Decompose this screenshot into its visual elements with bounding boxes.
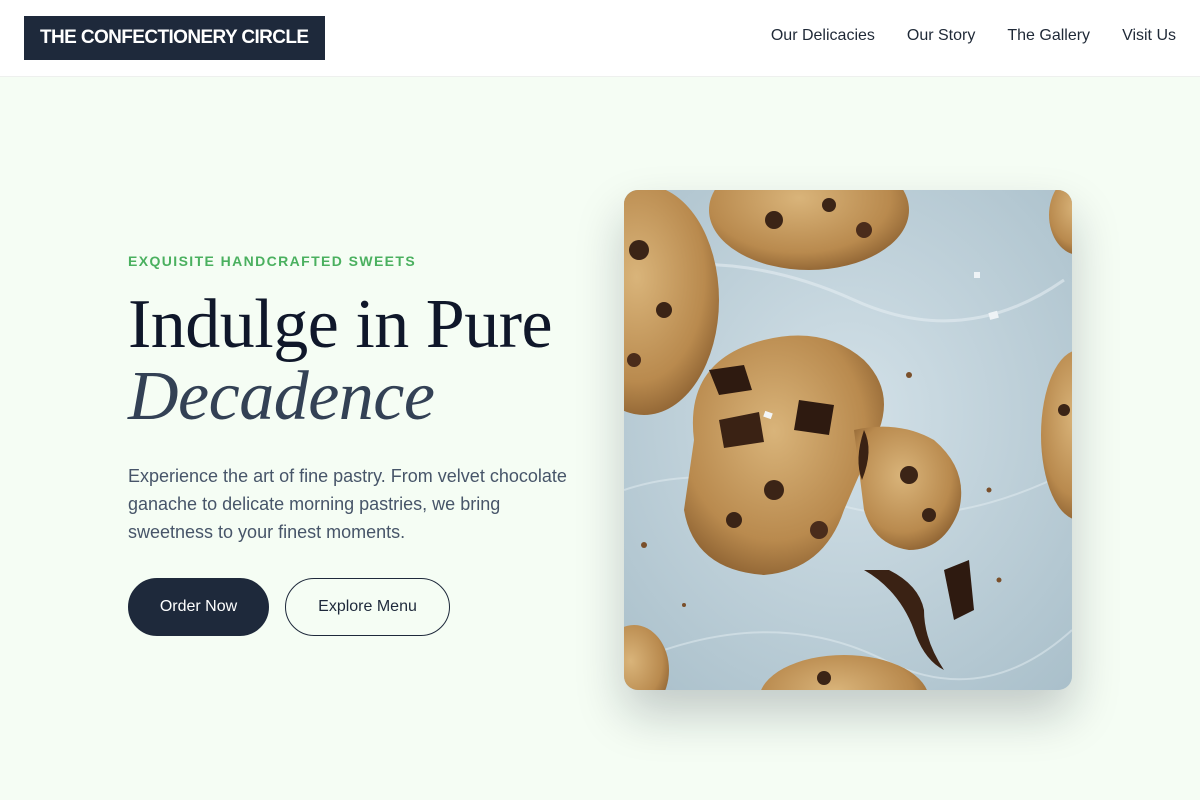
nav-link-our-story[interactable]: Our Story — [907, 25, 975, 47]
hero-description: Experience the art of fine pastry. From … — [128, 466, 567, 542]
main-nav: Our Delicacies Our Story The Gallery Vis… — [771, 25, 1176, 47]
nav-link-gallery[interactable]: The Gallery — [1007, 25, 1090, 47]
hero-headline-line1: Indulge in Pure — [128, 286, 553, 363]
hero-headline-line2: Decadence — [128, 358, 435, 435]
hero-cookie-image — [624, 190, 1072, 690]
hero-headline: Indulge in Pure Decadence — [128, 290, 598, 432]
hero-text: EXQUISITE HANDCRAFTED SWEETS Indulge in … — [128, 252, 598, 636]
nav-link-delicacies[interactable]: Our Delicacies — [771, 25, 875, 47]
cookie-illustration — [624, 190, 1072, 690]
order-now-button[interactable]: Order Now — [128, 578, 269, 636]
site-logo[interactable]: THE CONFECTIONERY CIRCLE — [24, 16, 325, 60]
explore-menu-button[interactable]: Explore Menu — [285, 578, 450, 636]
hero-buttons: Order Now Explore Menu — [128, 578, 598, 636]
nav-link-visit-us[interactable]: Visit Us — [1122, 25, 1176, 47]
hero-eyebrow: EXQUISITE HANDCRAFTED SWEETS — [128, 253, 417, 269]
site-header: THE CONFECTIONERY CIRCLE Our Delicacies … — [0, 0, 1200, 77]
